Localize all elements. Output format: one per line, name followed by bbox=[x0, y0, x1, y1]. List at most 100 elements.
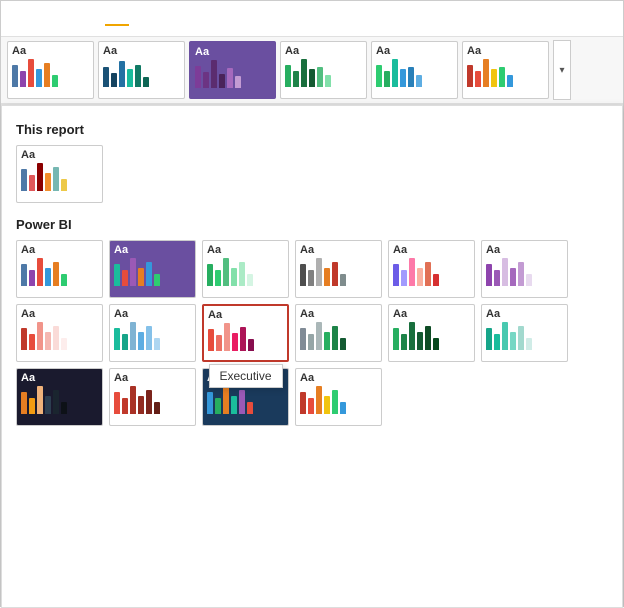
aa-label: Aa bbox=[21, 149, 98, 161]
bar-chart bbox=[21, 258, 98, 286]
bar bbox=[45, 396, 51, 414]
bar bbox=[45, 268, 51, 286]
bar-chart bbox=[285, 59, 362, 87]
menu-file[interactable] bbox=[9, 13, 33, 25]
bar bbox=[239, 262, 245, 286]
bar bbox=[52, 75, 58, 87]
bar bbox=[239, 390, 245, 414]
bar bbox=[29, 270, 35, 286]
theme-card-p7[interactable]: Aa bbox=[16, 304, 103, 362]
theme-card-r1[interactable]: Aa bbox=[16, 145, 103, 203]
bar-chart bbox=[467, 59, 544, 87]
bar bbox=[135, 65, 141, 87]
bar bbox=[400, 69, 406, 87]
theme-card-p3[interactable]: Aa bbox=[202, 240, 289, 298]
bar bbox=[29, 175, 35, 191]
menu-view[interactable] bbox=[105, 12, 129, 26]
bar bbox=[21, 169, 27, 191]
bar bbox=[248, 339, 254, 351]
bar bbox=[401, 334, 407, 350]
aa-label: Aa bbox=[376, 45, 453, 57]
bar-chart bbox=[12, 59, 89, 87]
aa-label: Aa bbox=[467, 45, 544, 57]
bar bbox=[340, 402, 346, 414]
theme-bar-card-tb1[interactable]: Aa bbox=[7, 41, 94, 99]
theme-card-p12[interactable]: Aa bbox=[481, 304, 568, 362]
bar bbox=[494, 334, 500, 350]
aa-label: Aa bbox=[393, 308, 470, 320]
bar bbox=[231, 396, 237, 414]
bar-chart bbox=[208, 323, 283, 351]
bar bbox=[37, 386, 43, 414]
bar bbox=[293, 71, 299, 87]
themes-grid-1: AaAaAaAaAaAaAaAaAaExecutiveAaAaAaAaAaAaA… bbox=[16, 240, 608, 426]
menu-home[interactable] bbox=[33, 13, 57, 25]
bar-chart bbox=[195, 60, 270, 88]
section-label-0: This report bbox=[16, 122, 608, 137]
gallery-chevron-button[interactable]: ▾ bbox=[553, 40, 571, 100]
bar bbox=[61, 402, 67, 414]
theme-card-p5[interactable]: Aa bbox=[388, 240, 475, 298]
bar bbox=[401, 270, 407, 286]
theme-bar-card-tb3[interactable]: Aa bbox=[189, 41, 276, 99]
theme-card-p10[interactable]: Aa bbox=[295, 304, 382, 362]
bar bbox=[143, 77, 149, 87]
aa-label: Aa bbox=[207, 244, 284, 256]
bar bbox=[317, 67, 323, 87]
theme-card-p9[interactable]: AaExecutive bbox=[202, 304, 289, 362]
menu-format[interactable] bbox=[153, 13, 177, 25]
menu-help[interactable] bbox=[129, 13, 153, 25]
bar bbox=[154, 402, 160, 414]
bar bbox=[208, 329, 214, 351]
bar bbox=[28, 59, 34, 87]
theme-card-p14[interactable]: Aa bbox=[109, 368, 196, 426]
theme-card-p13[interactable]: Aa bbox=[16, 368, 103, 426]
bar bbox=[53, 390, 59, 414]
theme-card-p2[interactable]: Aa bbox=[109, 240, 196, 298]
theme-bar-card-tb4[interactable]: Aa bbox=[280, 41, 367, 99]
theme-bar-card-tb2[interactable]: Aa bbox=[98, 41, 185, 99]
menu-insert[interactable] bbox=[57, 13, 81, 25]
aa-label: Aa bbox=[393, 244, 470, 256]
bar bbox=[510, 268, 516, 286]
bar bbox=[518, 326, 524, 350]
theme-card-p1[interactable]: Aa bbox=[16, 240, 103, 298]
bar-chart bbox=[393, 322, 470, 350]
bar-chart bbox=[114, 322, 191, 350]
bar bbox=[130, 322, 136, 350]
aa-label: Aa bbox=[195, 46, 270, 58]
bar bbox=[53, 326, 59, 350]
aa-label: Aa bbox=[12, 45, 89, 57]
bar-chart bbox=[376, 59, 453, 87]
theme-bar-card-tb6[interactable]: Aa bbox=[462, 41, 549, 99]
theme-dropdown-panel: This reportAaPower BIAaAaAaAaAaAaAaAaAaE… bbox=[1, 105, 623, 608]
bar bbox=[146, 262, 152, 286]
theme-card-p8[interactable]: Aa bbox=[109, 304, 196, 362]
bar-chart bbox=[21, 322, 98, 350]
bar bbox=[29, 334, 35, 350]
bar bbox=[37, 163, 43, 191]
bar bbox=[223, 386, 229, 414]
theme-card-p4[interactable]: Aa bbox=[295, 240, 382, 298]
menu-modeling[interactable] bbox=[81, 13, 105, 25]
theme-card-p6[interactable]: Aa bbox=[481, 240, 568, 298]
theme-card-p16[interactable]: Aa bbox=[295, 368, 382, 426]
theme-card-p11[interactable]: Aa bbox=[388, 304, 475, 362]
aa-label: Aa bbox=[21, 308, 98, 320]
bar bbox=[211, 60, 217, 88]
bar bbox=[417, 268, 423, 286]
themes-grid-0: Aa bbox=[16, 145, 608, 203]
aa-label: Aa bbox=[300, 372, 377, 384]
bar bbox=[316, 258, 322, 286]
bar bbox=[376, 65, 382, 87]
bar bbox=[483, 59, 489, 87]
theme-bar-card-tb5[interactable]: Aa bbox=[371, 41, 458, 99]
bar bbox=[232, 333, 238, 351]
bar bbox=[207, 392, 213, 414]
bar-chart bbox=[21, 163, 98, 191]
bar bbox=[111, 73, 117, 87]
bar bbox=[316, 322, 322, 350]
bar bbox=[29, 398, 35, 414]
bar bbox=[114, 264, 120, 286]
bar bbox=[340, 274, 346, 286]
